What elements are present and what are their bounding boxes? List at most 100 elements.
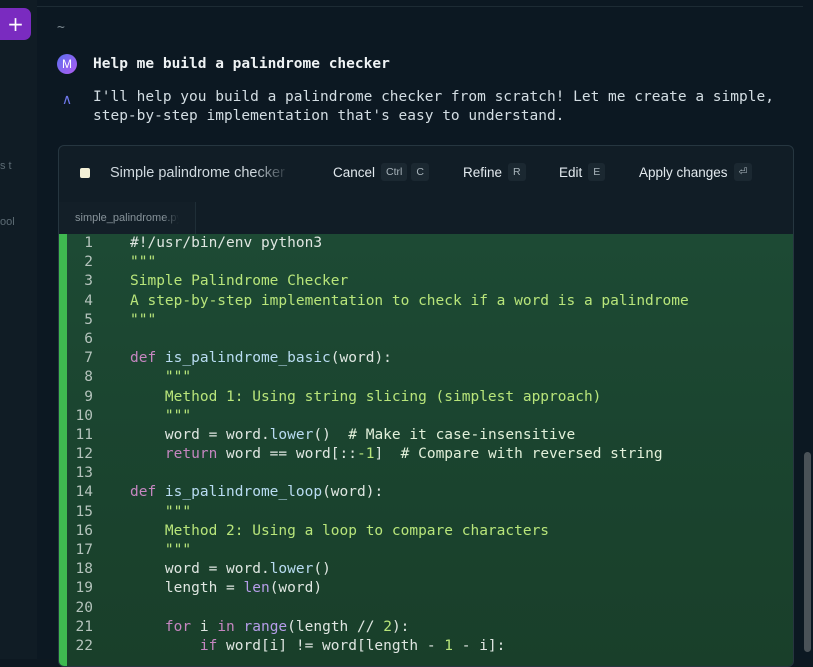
line-number: 9: [84, 388, 93, 405]
code-line: 22 if word[i] != word[length - 1 - i]:: [67, 637, 793, 656]
scrollbar-track[interactable]: [803, 0, 813, 659]
line-source: """: [130, 311, 156, 330]
line-number: 18: [75, 561, 93, 578]
sidebar-item-fragment[interactable]: s t: [0, 160, 12, 172]
tab-file[interactable]: simple_palindrome.py: [59, 202, 196, 234]
main-pane: ~ M Help me build a palindrome checker ∧…: [37, 0, 813, 667]
line-number: 8: [84, 369, 93, 386]
code-token: lower: [269, 561, 314, 578]
line-source: A step-by-step implementation to check i…: [130, 292, 689, 311]
code-token: """: [130, 542, 192, 558]
line-source: """: [130, 253, 156, 272]
code-token: in: [217, 618, 244, 635]
shortcut-key: C: [411, 163, 429, 181]
code-token: """: [130, 254, 157, 271]
code-line: 7 def is_palindrome_basic(word):: [67, 349, 793, 368]
code-token: word = word.: [130, 561, 270, 578]
code-token: """: [130, 311, 157, 328]
code-change-panel: Simple palindrome checker Cancel Ctrl C …: [58, 145, 794, 667]
code-token: word == word[::: [226, 446, 357, 463]
line-number: 6: [84, 330, 93, 347]
code-line: 10 """: [67, 407, 793, 426]
line-number: 22: [75, 637, 93, 654]
code-line: 6: [67, 330, 793, 349]
code-line: 2 """: [67, 253, 793, 272]
sidebar-item-fragment[interactable]: ool: [0, 216, 15, 228]
code-line: 1 #!/usr/bin/env python3: [67, 234, 793, 253]
code-token: -1: [356, 446, 375, 463]
code-line: 18 word = word.lower(): [67, 560, 793, 579]
assistant-message: ∧ I'll help you build a palindrome check…: [57, 88, 783, 126]
panel-title: Simple palindrome checker: [110, 165, 285, 181]
code-line: 13: [67, 464, 793, 483]
code-token: Method 2: Using a loop to compare charac…: [130, 522, 550, 539]
code-token: # Compare with reversed string: [400, 446, 663, 463]
line-number: 4: [84, 292, 93, 309]
avatar: M: [57, 54, 77, 74]
scrollbar-thumb[interactable]: [804, 452, 811, 652]
code-token: (word):: [322, 484, 384, 501]
code-token: is_palindrome_loop: [164, 484, 323, 501]
code-token: (word): [269, 580, 323, 597]
line-source: """: [130, 407, 191, 426]
line-number: 7: [84, 350, 93, 367]
refine-label: Refine: [463, 164, 503, 180]
code-token: (): [313, 426, 349, 443]
user-message: M Help me build a palindrome checker: [57, 54, 390, 74]
code-token: lower: [269, 426, 314, 443]
line-number: 20: [75, 599, 93, 616]
code-line: 16 Method 2: Using a loop to compare cha…: [67, 522, 793, 541]
apply-changes-button[interactable]: Apply changes ⏎: [639, 163, 753, 181]
tab-file-label: simple_palindrome.py: [75, 212, 179, 224]
code-token: ]: [374, 446, 401, 463]
code-token: length =: [130, 580, 244, 597]
assistant-message-text: I'll help you build a palindrome checker…: [93, 89, 774, 124]
line-source: #!/usr/bin/env python3: [130, 234, 322, 253]
code-token: (length //: [287, 618, 384, 635]
line-source: """: [130, 368, 191, 387]
code-line: 17 """: [67, 541, 793, 560]
code-line: 21 for i in range(length // 2):: [67, 618, 793, 637]
refine-button[interactable]: Refine R: [463, 163, 526, 181]
code-token: word = word.: [130, 426, 270, 443]
cancel-button[interactable]: Cancel Ctrl C: [333, 163, 429, 181]
line-source: """: [130, 503, 191, 522]
code-line: 15 """: [67, 503, 793, 522]
code-token: """: [130, 407, 192, 424]
line-number: 13: [75, 465, 93, 482]
code-editor[interactable]: 1 #!/usr/bin/env python3 2 """ 3 Simple Palin…: [59, 234, 793, 666]
user-message-text: Help me build a palindrome checker: [93, 56, 390, 72]
code-line: 9 Method 1: Using string slicing (simple…: [67, 388, 793, 407]
code-token: # Make it case-insensitive: [348, 426, 576, 443]
code-token: """: [130, 503, 192, 520]
code-token: range: [243, 618, 288, 635]
cancel-label: Cancel: [333, 164, 376, 180]
line-number: 5: [84, 311, 93, 328]
line-source: word = word.lower(): [130, 560, 331, 579]
code-token: (word):: [330, 350, 392, 367]
line-source: if word[i] != word[length - 1 - i]:: [130, 637, 506, 656]
line-number: 1: [84, 235, 93, 251]
code-line: 8 """: [67, 368, 793, 387]
code-token: len: [243, 580, 270, 597]
code-line: 5 """: [67, 311, 793, 330]
code-line: 3 Simple Palindrome Checker: [67, 272, 793, 291]
code-token: return: [130, 446, 227, 463]
code-line: 4 A step-by-step implementation to check …: [67, 292, 793, 311]
new-chat-button[interactable]: +: [0, 8, 31, 40]
line-source: word = word.lower() # Make it case-insen…: [130, 426, 575, 445]
edit-button[interactable]: Edit E: [559, 163, 606, 181]
line-number: 2: [84, 254, 93, 271]
code-token: word[i] != word[length -: [226, 637, 445, 654]
code-token: #!/usr/bin/env python3: [130, 235, 323, 251]
left-sidebar: + s t ool: [0, 0, 38, 659]
line-number: 19: [75, 580, 93, 597]
code-token: Simple Palindrome Checker: [130, 273, 349, 290]
edit-label: Edit: [559, 164, 583, 180]
terminal-prompt: ~: [57, 20, 65, 35]
code-token: """: [130, 369, 192, 386]
code-token: 2: [383, 618, 392, 635]
apply-changes-label: Apply changes: [639, 164, 728, 180]
file-tab-bar: simple_palindrome.py: [59, 202, 793, 235]
checkbox-icon[interactable]: [80, 168, 90, 178]
